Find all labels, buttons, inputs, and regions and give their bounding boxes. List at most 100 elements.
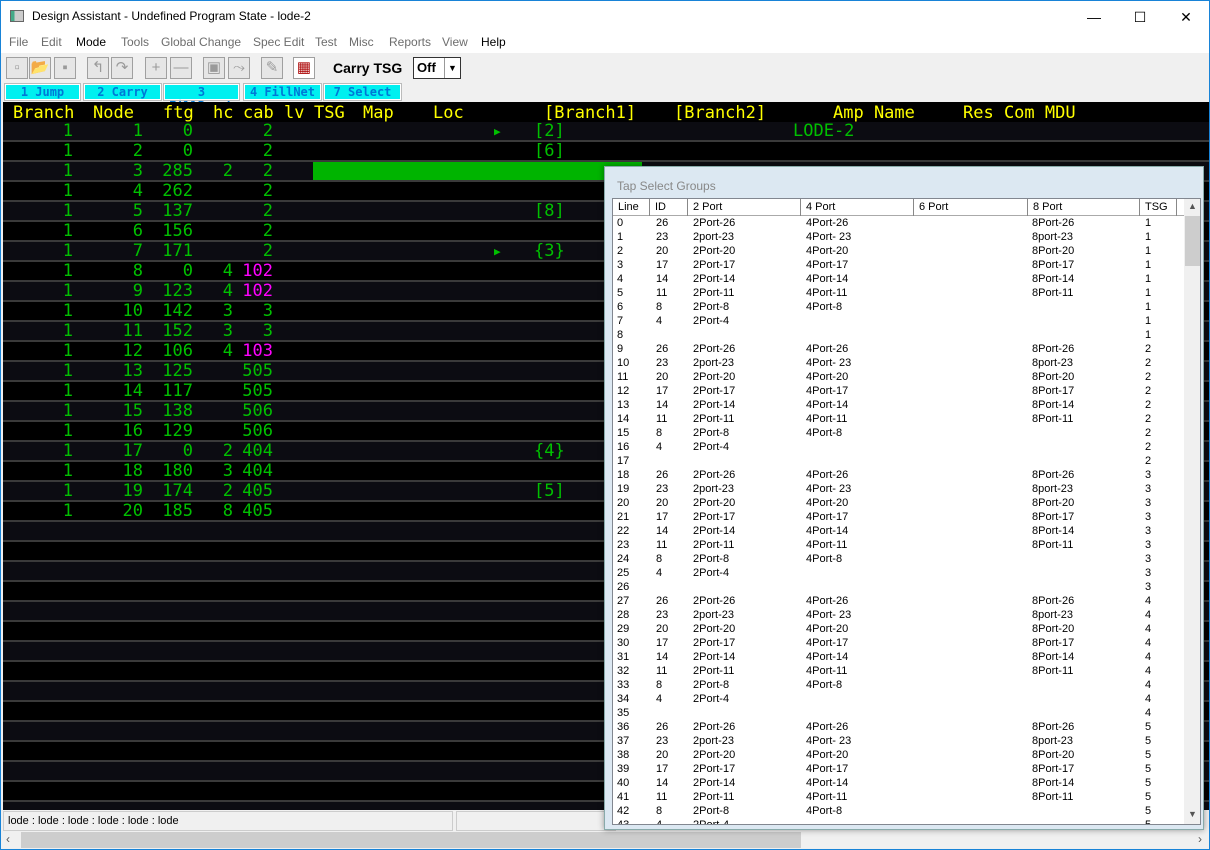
col-tsg[interactable]: TSG — [1140, 199, 1177, 216]
list-item[interactable]: 2 20 2Port-20 4Port-20 8Port-20 1 — [613, 244, 1184, 258]
list-item[interactable]: 25 4 2Port-4 3 — [613, 566, 1184, 580]
cell-branch: 1 — [62, 481, 73, 501]
menu-tools[interactable]: Tools — [121, 35, 149, 49]
col-line[interactable]: Line — [613, 199, 650, 216]
list-item[interactable]: 4 14 2Port-14 4Port-14 8Port-14 1 — [613, 272, 1184, 286]
map-person-icon[interactable]: ▦ — [293, 57, 315, 79]
list-item[interactable]: 41 11 2Port-11 4Port-11 8Port-11 5 — [613, 790, 1184, 804]
list-item[interactable]: 21 17 2Port-17 4Port-17 8Port-17 3 — [613, 510, 1184, 524]
list-item[interactable]: 81 — [613, 328, 1184, 342]
list-item[interactable]: 24 8 2Port-8 4Port-8 3 — [613, 552, 1184, 566]
list-item[interactable]: 16 4 2Port-4 2 — [613, 440, 1184, 454]
cell-cab: 505 — [242, 381, 273, 401]
menu-view[interactable]: View — [442, 35, 468, 49]
save-icon[interactable]: ▪ — [54, 57, 76, 79]
tools-icon[interactable]: ✎ — [261, 57, 283, 79]
horizontal-scrollbar[interactable]: ‹ › — [3, 831, 1209, 849]
close-button[interactable]: ✕ — [1163, 1, 1209, 33]
list-item[interactable]: 36 26 2Port-26 4Port-26 8Port-26 5 — [613, 720, 1184, 734]
list-item[interactable]: 32 11 2Port-11 4Port-11 8Port-11 4 — [613, 664, 1184, 678]
table-row[interactable]: 1 2 0 2 [6] — [3, 142, 1209, 162]
list-item[interactable]: 40 14 2Port-14 4Port-14 8Port-14 5 — [613, 776, 1184, 790]
list-item[interactable]: 6 8 2Port-8 4Port-8 1 — [613, 300, 1184, 314]
list-item[interactable]: 38 20 2Port-20 4Port-20 8Port-20 5 — [613, 748, 1184, 762]
menu-edit[interactable]: Edit — [41, 35, 62, 49]
menu-test[interactable]: Test — [315, 35, 337, 49]
cell-line: 39 — [617, 763, 630, 775]
list-item[interactable]: 1 23 2port-23 4Port- 23 8port-23 1 — [613, 230, 1184, 244]
list-item[interactable]: 0 26 2Port-26 4Port-26 8Port-26 1 — [613, 216, 1184, 230]
route-icon[interactable]: ⤳ — [228, 57, 250, 79]
list-item[interactable]: 18 26 2Port-26 4Port-26 8Port-26 3 — [613, 468, 1184, 482]
list-item[interactable]: 15 8 2Port-8 4Port-8 2 — [613, 426, 1184, 440]
fkey-fillbrnch[interactable]: 3 FillBrnch — [163, 83, 240, 113]
scroll-right-icon[interactable]: › — [1198, 832, 1202, 846]
list-item[interactable]: 9 26 2Port-26 4Port-26 8Port-26 2 — [613, 342, 1184, 356]
list-item[interactable]: 35 4 — [613, 706, 1184, 720]
col-id[interactable]: ID — [650, 199, 688, 216]
menu-reports[interactable]: Reports — [389, 35, 431, 49]
menu-misc[interactable]: Misc — [349, 35, 374, 49]
scroll-up-icon[interactable]: ▲ — [1188, 201, 1197, 211]
menu-mode[interactable]: Mode — [76, 35, 106, 49]
fkey-select[interactable]: 7 Select — [323, 83, 402, 101]
list-item[interactable]: 3 17 2Port-17 4Port-17 8Port-17 1 — [613, 258, 1184, 272]
list-item[interactable]: 27 26 2Port-26 4Port-26 8Port-26 4 — [613, 594, 1184, 608]
tap-groups-list[interactable]: Line ID 2 Port 4 Port 6 Port 8 Port TSG 0 26 2Po… — [612, 198, 1201, 825]
add-icon[interactable]: + — [145, 57, 167, 79]
cell-4port: 4Port-14 — [806, 273, 849, 285]
carry-tsg-select[interactable]: Off ▼ — [413, 57, 461, 79]
list-item[interactable]: 22 14 2Port-14 4Port-14 8Port-14 3 — [613, 524, 1184, 538]
maximize-button[interactable]: ☐ — [1117, 1, 1163, 33]
fkey-jump[interactable]: 1 Jump — [4, 83, 81, 101]
table-row[interactable]: 1 1 0 2 ▶ [2] LODE-2 — [3, 122, 1209, 142]
list-item[interactable]: 12 17 2Port-17 4Port-17 8Port-17 2 — [613, 384, 1184, 398]
list-item[interactable]: 37 23 2port-23 4Port- 23 8port-23 5 — [613, 734, 1184, 748]
list-item[interactable]: 19 23 2port-23 4Port- 23 8port-23 3 — [613, 482, 1184, 496]
list-item[interactable]: 14 11 2Port-11 4Port-11 8Port-11 2 — [613, 412, 1184, 426]
list-item[interactable]: 39 17 2Port-17 4Port-17 8Port-17 5 — [613, 762, 1184, 776]
list-item[interactable]: 10 23 2port-23 4Port- 23 8port-23 2 — [613, 356, 1184, 370]
list-item[interactable]: 7 4 2Port-4 1 — [613, 314, 1184, 328]
cell-line: 40 — [617, 777, 630, 789]
list-item[interactable]: 5 11 2Port-11 4Port-11 8Port-11 1 — [613, 286, 1184, 300]
list-item[interactable]: 31 14 2Port-14 4Port-14 8Port-14 4 — [613, 650, 1184, 664]
col-6-port[interactable]: 6 Port — [914, 199, 1028, 216]
list-item[interactable]: 43 4 2Port-4 5 — [613, 818, 1184, 824]
fkey-carry[interactable]: 2 Carry — [83, 83, 162, 101]
cell-cab: 506 — [242, 421, 273, 441]
menu-file[interactable]: File — [9, 35, 28, 49]
undo-icon[interactable]: ↰ — [87, 57, 109, 79]
vertical-scrollbar[interactable]: ▲ ▼ — [1184, 199, 1200, 824]
list-item[interactable]: 23 11 2Port-11 4Port-11 8Port-11 3 — [613, 538, 1184, 552]
scroll-thumb[interactable] — [1185, 216, 1200, 266]
menu-help[interactable]: Help — [481, 35, 506, 49]
list-item[interactable]: 17 2 — [613, 454, 1184, 468]
col-4-port[interactable]: 4 Port — [801, 199, 914, 216]
remove-icon[interactable]: — — [170, 57, 192, 79]
list-item[interactable]: 33 8 2Port-8 4Port-8 4 — [613, 678, 1184, 692]
fkey-fillnet[interactable]: 4 FillNet — [243, 83, 322, 101]
menu-spec-edit[interactable]: Spec Edit — [253, 35, 304, 49]
tv-icon[interactable]: ▣ — [203, 57, 225, 79]
list-item[interactable]: 34 4 2Port-4 4 — [613, 692, 1184, 706]
col-8-port[interactable]: 8 Port — [1028, 199, 1140, 216]
list-item[interactable]: 20 20 2Port-20 4Port-20 8Port-20 3 — [613, 496, 1184, 510]
list-item[interactable]: 42 8 2Port-8 4Port-8 5 — [613, 804, 1184, 818]
scroll-thumb[interactable] — [21, 832, 801, 848]
cell-id: 17 — [656, 763, 669, 775]
scroll-left-icon[interactable]: ‹ — [6, 832, 10, 846]
list-item[interactable]: 13 14 2Port-14 4Port-14 8Port-14 2 — [613, 398, 1184, 412]
menu-global-change[interactable]: Global Change — [161, 35, 241, 49]
list-item[interactable]: 11 20 2Port-20 4Port-20 8Port-20 2 — [613, 370, 1184, 384]
new-file-icon[interactable]: ▫ — [6, 57, 28, 79]
list-item[interactable]: 30 17 2Port-17 4Port-17 8Port-17 4 — [613, 636, 1184, 650]
redo-icon[interactable]: ↷ — [111, 57, 133, 79]
minimize-button[interactable]: — — [1071, 1, 1117, 33]
list-item[interactable]: 26 3 — [613, 580, 1184, 594]
scroll-down-icon[interactable]: ▼ — [1188, 809, 1197, 819]
list-item[interactable]: 28 23 2port-23 4Port- 23 8port-23 4 — [613, 608, 1184, 622]
col-2-port[interactable]: 2 Port — [688, 199, 801, 216]
list-item[interactable]: 29 20 2Port-20 4Port-20 8Port-20 4 — [613, 622, 1184, 636]
open-folder-icon[interactable]: 📂 — [29, 57, 51, 79]
